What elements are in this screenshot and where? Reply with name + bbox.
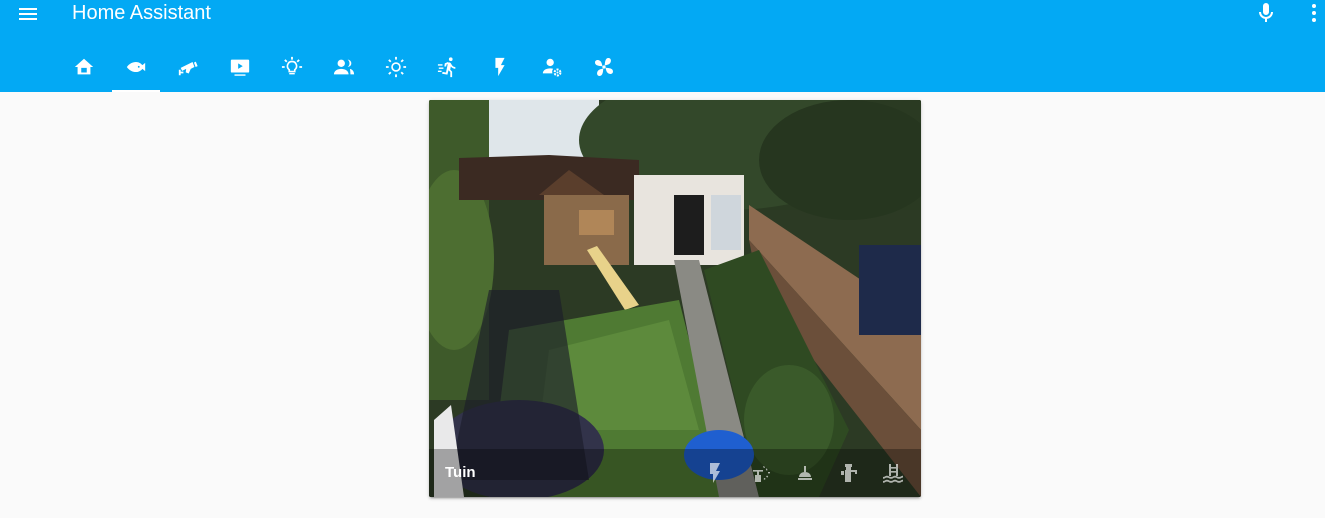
menu-icon [19, 8, 37, 20]
tab-fish[interactable] [110, 44, 162, 92]
tab-admin[interactable] [526, 44, 578, 92]
tab-people[interactable] [318, 44, 370, 92]
top-toolbar: Home Assistant [0, 0, 1325, 28]
fish-icon [126, 61, 146, 73]
lamp-icon [798, 466, 812, 480]
sprinkler-icon [753, 466, 770, 482]
camera-snapshot [429, 100, 921, 497]
run-icon [437, 57, 456, 78]
entity-sprinkler-toggle[interactable] [749, 461, 773, 485]
microphone-icon [1259, 3, 1273, 22]
entity-pool-toggle[interactable] [881, 461, 905, 485]
flash-icon [710, 463, 720, 483]
tab-fan[interactable] [578, 44, 630, 92]
tab-motion[interactable] [422, 44, 474, 92]
flash-icon [495, 57, 505, 77]
television-play-icon [230, 59, 250, 76]
entity-pump-toggle[interactable] [837, 461, 861, 485]
entity-energy-toggle[interactable] [703, 461, 727, 485]
app-header: Home Assistant [0, 0, 1325, 92]
app-title: Home Assistant [72, 2, 211, 24]
cctv-icon [178, 61, 198, 76]
menu-button[interactable] [16, 2, 40, 24]
account-multiple-icon [333, 59, 355, 75]
home-icon [74, 58, 94, 75]
tab-climate[interactable] [370, 44, 422, 92]
garden-camera-card[interactable]: Tuin [429, 100, 921, 497]
tab-energy[interactable] [474, 44, 526, 92]
weather-sunny-icon [385, 56, 407, 78]
dots-vertical-icon [1312, 4, 1316, 22]
water-pump-icon [841, 464, 857, 482]
tab-lights[interactable] [266, 44, 318, 92]
fan-icon [595, 58, 613, 76]
account-settings-icon [542, 58, 562, 77]
tab-home[interactable] [58, 44, 110, 92]
lightbulb-icon [281, 56, 303, 75]
more-options-button[interactable] [1302, 1, 1325, 25]
entity-lamp-toggle[interactable] [793, 461, 817, 485]
pool-icon [883, 464, 903, 483]
card-title: Tuin [445, 464, 476, 481]
voice-command-button[interactable] [1254, 1, 1278, 25]
card-footer: Tuin [429, 449, 921, 497]
tab-media[interactable] [214, 44, 266, 92]
tab-cctv[interactable] [162, 44, 214, 92]
